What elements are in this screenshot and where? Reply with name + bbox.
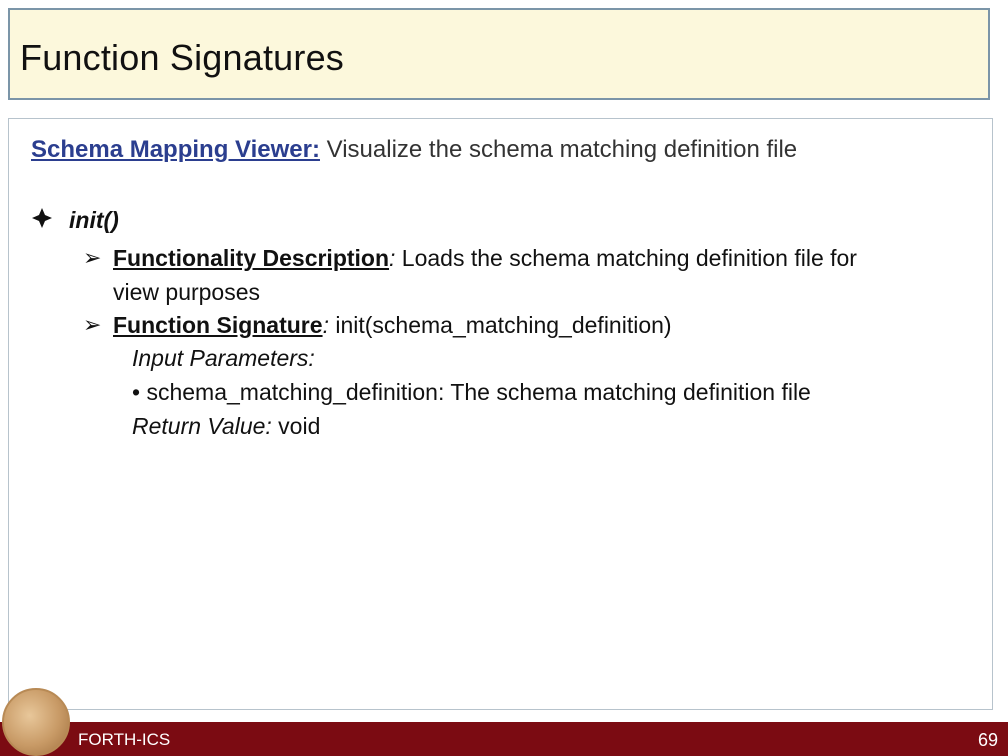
param-item: • schema_matching_definition: The schema… bbox=[132, 379, 811, 406]
return-value: Return Value: void bbox=[132, 413, 320, 440]
init-label: init() bbox=[69, 207, 119, 233]
input-parameters-label: Input Parameters: bbox=[132, 345, 315, 371]
functionality-description-text: Loads the schema matching definition fil… bbox=[395, 245, 857, 271]
return-value-text: void bbox=[271, 413, 321, 439]
functionality-description-label: Functionality Description bbox=[113, 245, 390, 271]
footer-bar: FORTH-ICS 69 bbox=[0, 722, 1008, 756]
title-box: Function Signatures bbox=[8, 8, 990, 100]
param-text: schema_matching_definition: The schema m… bbox=[146, 379, 811, 405]
subtitle-rest: Visualize the schema matching definition… bbox=[319, 136, 798, 163]
subtitle: Schema Mapping Viewer: Visualize the sch… bbox=[31, 136, 797, 164]
arrow-bullet-icon: ➢ bbox=[83, 245, 102, 270]
return-value-label: Return Value: bbox=[132, 413, 272, 439]
page-number: 69 bbox=[977, 730, 998, 750]
function-signature: Function Signature: init(schema_matching… bbox=[113, 312, 672, 339]
functionality-description-text-cont: view purposes bbox=[113, 279, 261, 305]
subtitle-key: Schema Mapping Viewer: bbox=[31, 136, 320, 163]
arrow-bullet-icon: ➢ bbox=[83, 312, 102, 337]
functionality-description: Functionality Description: Loads the sch… bbox=[113, 245, 857, 272]
content-box: Schema Mapping Viewer: Visualize the sch… bbox=[8, 118, 993, 710]
institution-seal-icon bbox=[2, 688, 70, 756]
param-bullet-icon: • bbox=[132, 379, 141, 405]
footer-label: FORTH-ICS bbox=[78, 730, 171, 749]
page-title: Function Signatures bbox=[20, 37, 344, 78]
function-signature-label: Function Signature bbox=[113, 312, 323, 338]
diamond-bullet-icon bbox=[31, 207, 53, 235]
function-signature-text: init(schema_matching_definition) bbox=[328, 312, 672, 338]
